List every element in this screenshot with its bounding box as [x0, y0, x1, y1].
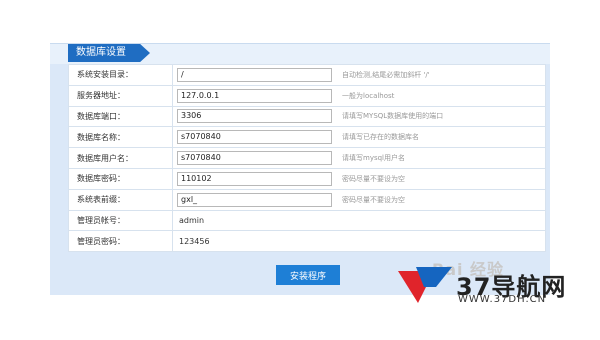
field-label: 系统表前缀：	[68, 188, 173, 211]
field-wrap: 3306 请填写MYSQL数据库使用的端口	[177, 109, 545, 124]
form-row: 系统表前缀： gxl_ 密码尽量不要设为空	[68, 188, 546, 211]
form-row: 管理员密码： 123456	[68, 230, 546, 253]
field-value: admin	[179, 215, 205, 225]
field-wrap: admin	[177, 216, 545, 225]
form-row: 数据库端口： 3306 请填写MYSQL数据库使用的端口	[68, 105, 546, 128]
field-hint: 请填写mysql用户名	[342, 154, 405, 163]
field-hint: 密码尽量不要设为空	[342, 195, 405, 204]
form-row: 系统安装目录： / 自动检测,结尾必需加斜杆 '/'	[68, 64, 546, 86]
form-row: 管理员帐号： admin	[68, 209, 546, 232]
field-cell: 123456	[172, 230, 546, 253]
field-hint: 一般为localhost	[342, 91, 395, 100]
field-cell: / 自动检测,结尾必需加斜杆 '/'	[172, 64, 546, 86]
logo-mark-icon	[398, 267, 452, 303]
field-cell: s7070840 请填写已存在的数据库名	[172, 126, 546, 149]
install-button[interactable]: 安装程序	[276, 265, 340, 285]
field-hint: 密码尽量不要设为空	[342, 174, 405, 183]
field-input[interactable]: s7070840	[177, 151, 332, 166]
field-cell: 127.0.0.1 一般为localhost	[172, 84, 546, 107]
logo-url: WWW.37DH.CN	[458, 294, 547, 305]
field-label: 数据库用户名：	[68, 147, 173, 169]
field-label: 管理员密码：	[68, 230, 173, 253]
form-row: 数据库名称： s7070840 请填写已存在的数据库名	[68, 126, 546, 149]
field-label: 数据库端口：	[68, 105, 173, 128]
form-row: 数据库密码： 110102 密码尽量不要设为空	[68, 167, 546, 190]
db-settings-table: 系统安装目录： / 自动检测,结尾必需加斜杆 '/' 服务器地址： 127.0.0.1 一…	[68, 64, 546, 253]
field-label: 数据库密码：	[68, 167, 173, 190]
field-cell: 110102 密码尽量不要设为空	[172, 167, 546, 190]
field-cell: admin	[172, 209, 546, 232]
field-label: 数据库名称：	[68, 126, 173, 149]
field-input[interactable]: gxl_	[177, 192, 332, 207]
field-cell: 3306 请填写MYSQL数据库使用的端口	[172, 105, 546, 128]
field-wrap: / 自动检测,结尾必需加斜杆 '/'	[177, 67, 545, 82]
field-wrap: s7070840 请填写mysql用户名	[177, 151, 545, 166]
field-value: 123456	[179, 236, 210, 246]
field-hint: 请填写已存在的数据库名	[342, 133, 419, 142]
field-input[interactable]: s7070840	[177, 130, 332, 145]
field-cell: s7070840 请填写mysql用户名	[172, 147, 546, 169]
field-input[interactable]: 110102	[177, 171, 332, 186]
field-wrap: gxl_ 密码尽量不要设为空	[177, 192, 545, 207]
field-cell: gxl_ 密码尽量不要设为空	[172, 188, 546, 211]
field-label: 系统安装目录：	[68, 64, 173, 86]
form-row: 服务器地址： 127.0.0.1 一般为localhost	[68, 84, 546, 107]
field-wrap: s7070840 请填写已存在的数据库名	[177, 130, 545, 145]
field-input[interactable]: 127.0.0.1	[177, 88, 332, 103]
field-label: 服务器地址：	[68, 84, 173, 107]
field-wrap: 127.0.0.1 一般为localhost	[177, 88, 545, 103]
field-wrap: 123456	[177, 237, 545, 246]
field-input[interactable]: 3306	[177, 109, 332, 124]
field-hint: 请填写MYSQL数据库使用的端口	[342, 112, 444, 121]
form-row: 数据库用户名： s7070840 请填写mysql用户名	[68, 147, 546, 169]
section-title: 数据库设置	[68, 44, 150, 62]
field-input[interactable]: /	[177, 67, 332, 82]
field-label: 管理员帐号：	[68, 209, 173, 232]
site-logo: 37导航网 WWW.37DH.CN	[396, 265, 596, 305]
field-wrap: 110102 密码尽量不要设为空	[177, 171, 545, 186]
field-hint: 自动检测,结尾必需加斜杆 '/'	[342, 70, 430, 79]
